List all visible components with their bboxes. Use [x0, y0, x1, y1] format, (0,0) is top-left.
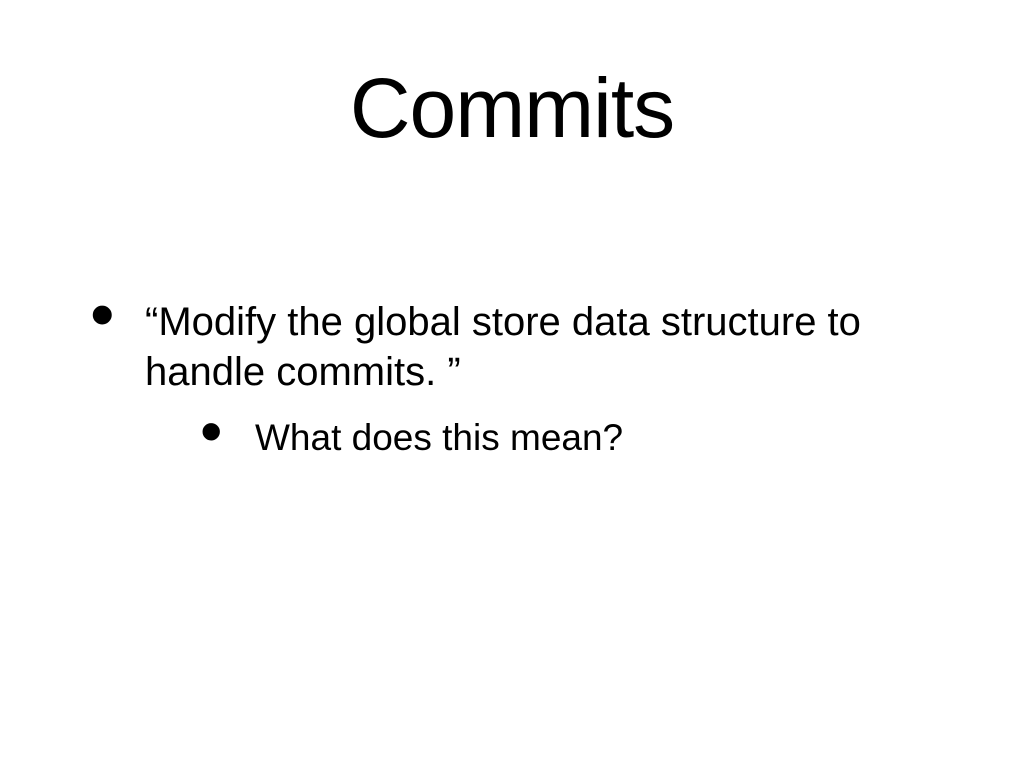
bullet-text: “Modify the global store data structure …: [145, 300, 861, 394]
bullet-sublist: What does this mean?: [145, 415, 934, 461]
bullet-list: “Modify the global store data structure …: [90, 297, 934, 461]
slide-title: Commits: [90, 60, 934, 157]
bullet-item-level-1: “Modify the global store data structure …: [90, 297, 934, 461]
slide-container: Commits “Modify the global store data st…: [0, 0, 1024, 768]
bullet-item-level-2: What does this mean?: [200, 415, 934, 461]
bullet-text: What does this mean?: [255, 417, 623, 458]
